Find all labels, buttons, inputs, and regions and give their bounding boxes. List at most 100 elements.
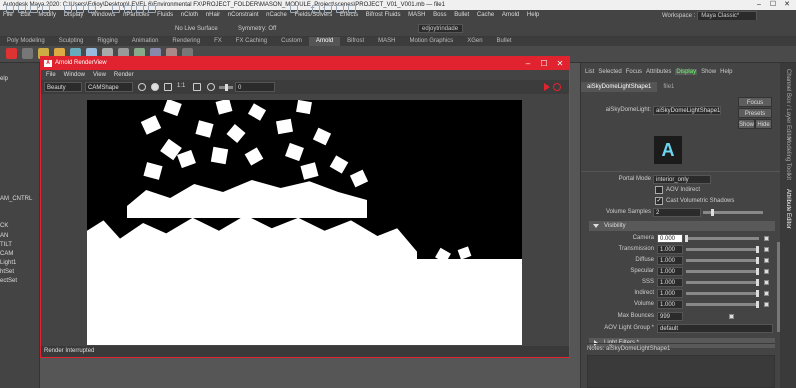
specular-slider-knob[interactable] — [756, 268, 759, 275]
tab-animation[interactable]: Animation — [125, 37, 166, 46]
menu-mash[interactable]: MASH — [408, 12, 425, 18]
focus-button[interactable]: Focus — [738, 97, 772, 107]
rv-menu-file[interactable]: File — [46, 72, 56, 78]
menu-boss[interactable]: Boss — [433, 12, 446, 18]
notes-text-area[interactable] — [587, 355, 775, 388]
snap-view-icon[interactable] — [148, 5, 156, 13]
outliner-item-cam[interactable]: CAM — [0, 250, 40, 259]
collapse-arrow-icon[interactable] — [593, 224, 599, 228]
menu-nconstraint[interactable]: nConstraint — [228, 12, 259, 18]
aov-indirect-checkbox[interactable] — [655, 186, 663, 194]
render-settings-icon[interactable] — [336, 5, 344, 13]
transmission-slider[interactable] — [686, 248, 759, 251]
indirect-slider[interactable] — [686, 292, 759, 295]
stop-render-icon[interactable] — [553, 83, 561, 91]
rv-menu-window[interactable]: Window — [64, 72, 85, 78]
max-bounces-map-icon[interactable] — [729, 314, 734, 319]
modeling-toolkit-tab[interactable]: Modeling Toolkit — [785, 137, 791, 180]
channel-box-tab[interactable]: Channel Box / Layer Editor — [785, 69, 791, 141]
transmission-slider-knob[interactable] — [756, 246, 759, 253]
save-scene-icon[interactable] — [42, 5, 50, 13]
tab-rigging[interactable]: Rigging — [90, 37, 124, 46]
tab-fx[interactable]: FX — [207, 37, 229, 46]
tab-bullet[interactable]: Bullet — [490, 37, 519, 46]
specular-field[interactable]: 1.000 — [657, 267, 683, 276]
skydome-swatch-icon[interactable]: A — [654, 136, 682, 164]
menu-nhair[interactable]: nHair — [206, 12, 220, 18]
volume-map-icon[interactable] — [764, 302, 769, 307]
outliner-item[interactable]: elp — [0, 75, 40, 84]
specular-slider[interactable] — [686, 270, 759, 273]
indirect-slider-knob[interactable] — [756, 290, 759, 297]
tab-bifrost[interactable]: Bifrost — [340, 37, 371, 46]
tab-custom[interactable]: Custom — [274, 37, 309, 46]
hypershade-icon[interactable] — [348, 5, 356, 13]
render-play-icon[interactable] — [544, 83, 550, 91]
menuset-icon[interactable] — [6, 5, 14, 13]
maximize-button[interactable]: ☐ — [766, 0, 780, 10]
diffuse-field[interactable]: 1.000 — [657, 256, 683, 265]
checker-icon[interactable] — [164, 83, 172, 91]
ae-menu-focus[interactable]: Focus — [626, 69, 642, 75]
diffuse-map-icon[interactable] — [764, 258, 769, 263]
camera-slider[interactable] — [686, 237, 759, 240]
channel-alpha-icon[interactable] — [151, 83, 159, 91]
outliner-item-lightset[interactable]: htSet — [0, 268, 40, 277]
menu-cache[interactable]: Cache — [477, 12, 494, 18]
symmetry-field[interactable]: Symmetry: Off — [238, 25, 276, 34]
menu-arnold[interactable]: Arnold — [502, 12, 519, 18]
attribute-editor-tab[interactable]: Attribute Editor — [785, 189, 791, 229]
snap-curve-icon[interactable] — [124, 5, 132, 13]
transmission-map-icon[interactable] — [764, 247, 769, 252]
menu-fluids[interactable]: Fluids — [157, 12, 173, 18]
node-name-field[interactable]: aiSkyDomeLightShape1 — [653, 106, 721, 115]
select-component-icon[interactable] — [88, 5, 96, 13]
volume-samples-knob[interactable] — [711, 209, 714, 216]
ae-menu-selected[interactable]: Selected — [598, 69, 621, 75]
select-hierarchy-icon[interactable] — [64, 5, 72, 13]
portal-mode-dropdown[interactable]: interior_only — [653, 175, 711, 184]
construction-history-icon[interactable] — [290, 5, 298, 13]
outliner-item-objectset[interactable]: ectSet — [0, 277, 40, 286]
new-scene-icon[interactable] — [18, 5, 26, 13]
outliner-item-light1[interactable]: Light1 — [0, 259, 40, 268]
outliner-item-an[interactable]: AN — [0, 232, 40, 241]
diffuse-slider[interactable] — [686, 259, 759, 262]
rv-menu-view[interactable]: View — [93, 72, 106, 78]
close-button[interactable]: ✕ — [780, 0, 794, 10]
ipr-render-icon[interactable] — [324, 5, 332, 13]
tab-fx-caching[interactable]: FX Caching — [229, 37, 274, 46]
aov-light-group-field[interactable]: default — [657, 324, 773, 333]
renderview-maximize-button[interactable]: ☐ — [537, 57, 551, 70]
volume-samples-field[interactable]: 2 — [653, 208, 701, 217]
arnold-renderview-icon[interactable] — [22, 48, 33, 59]
volume-slider-knob[interactable] — [756, 301, 759, 308]
sss-field[interactable]: 1.000 — [657, 278, 683, 287]
camera-dropdown[interactable]: CAMShape — [85, 82, 133, 92]
snap-grid-icon[interactable] — [112, 5, 120, 13]
renderview-minimize-button[interactable]: – — [521, 57, 535, 70]
tab-mash[interactable]: MASH — [371, 37, 402, 46]
channel-rgb-icon[interactable] — [138, 83, 146, 91]
arnold-render-icon[interactable] — [6, 48, 17, 59]
tab-arnold[interactable]: Arnold — [308, 37, 341, 46]
max-bounces-field[interactable]: 999 — [657, 312, 683, 321]
live-surface-field[interactable]: No Live Surface — [175, 25, 218, 34]
ae-menu-show[interactable]: Show — [701, 69, 716, 75]
outliner-item-ck[interactable]: CK — [0, 222, 40, 231]
transmission-field[interactable]: 1.000 — [657, 245, 683, 254]
ratio-label[interactable]: 1:1 — [177, 83, 185, 89]
sss-slider-knob[interactable] — [756, 279, 759, 286]
notes-value[interactable]: aiSkyDomeLightShape1 — [606, 346, 670, 352]
exposure-slider-knob[interactable] — [225, 84, 228, 91]
snap-point-icon[interactable] — [136, 5, 144, 13]
indirect-map-icon[interactable] — [764, 291, 769, 296]
rv-menu-render[interactable]: Render — [114, 72, 134, 78]
menu-help[interactable]: Help — [527, 12, 539, 18]
outliner-item-cam-cntrl[interactable]: AM_CNTRL — [0, 195, 40, 204]
volume-slider[interactable] — [686, 303, 759, 306]
render-image[interactable] — [87, 100, 522, 345]
hide-button[interactable]: Hide — [755, 119, 772, 129]
ae-menu-list[interactable]: List — [585, 69, 594, 75]
tab-sculpting[interactable]: Sculpting — [52, 37, 91, 46]
